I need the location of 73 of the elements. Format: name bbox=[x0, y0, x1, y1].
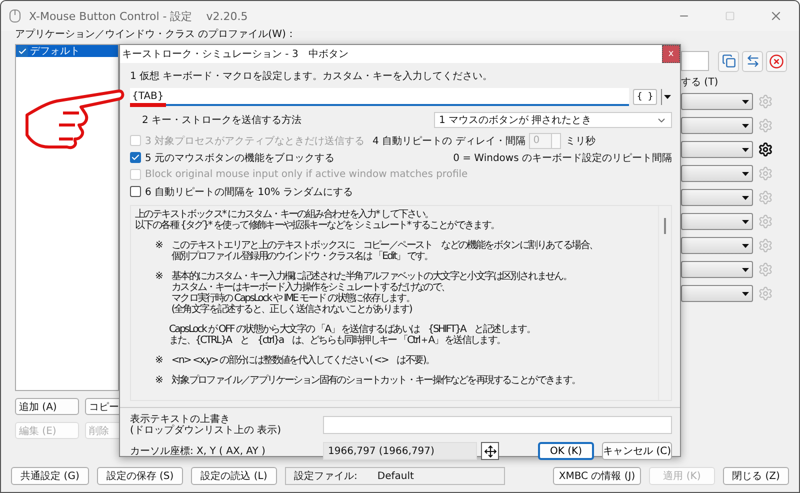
note-mark: ※ bbox=[155, 271, 164, 284]
unit-label: ミリ秒 bbox=[565, 134, 596, 148]
underline-mark bbox=[130, 103, 166, 107]
toolbar-button[interactable]: 閉じる (Z) bbox=[723, 467, 789, 485]
action-dropdown[interactable] bbox=[681, 117, 753, 134]
note-mark: ※ bbox=[155, 240, 164, 253]
profile-item[interactable]: デフォルト bbox=[16, 45, 118, 57]
checkbox[interactable] bbox=[130, 186, 141, 197]
cursor-label: カーソル座標: X, Y ( AX, AY ) bbox=[130, 444, 266, 458]
repeat-note: 0 = Windows のキーボード設定のリピート間隔 bbox=[453, 152, 672, 164]
dropdown-button[interactable] bbox=[661, 89, 672, 105]
toolbar-button[interactable]: 設定の読込 (L) bbox=[191, 467, 277, 485]
send-method-select[interactable]: 1 マウスのボタンが 押されたとき bbox=[434, 112, 672, 128]
settings-icon[interactable] bbox=[757, 141, 774, 158]
checkbox[interactable] bbox=[17, 46, 28, 56]
help-paragraph: このテキストエリアと上のテキストボックスに コピー／ペースト などの機能をボタンに割りあてる場合、 個別プロファイル登録用のウインドウ・クラス名は 「Edit」 です。 bbox=[171, 240, 598, 262]
toolbar-button[interactable]: 共通設定 (G) bbox=[11, 467, 89, 485]
action-dropdown[interactable] bbox=[681, 93, 753, 110]
repeat-delay-label: 4 自動リピートの ディレイ・間隔 bbox=[372, 134, 526, 148]
help-paragraph: CapsLock が OFF の状態から大文字の 「A」 を送信するばあいは {SHIFT}A と記述します。 また、{CTRL}A と {ctrl}a は、どちらも同時押しキー 「Ctrl＋A」 を送信します。 bbox=[169, 324, 536, 346]
caret-icon bbox=[742, 124, 749, 128]
app-icon bbox=[9, 9, 21, 23]
dialog-title: キーストローク・シミュレーション - 3 中ボタン bbox=[122, 48, 348, 61]
dialog-button[interactable]: OK (K) bbox=[538, 442, 594, 460]
version-label: v2.20.5 bbox=[206, 10, 248, 22]
option-label: Block original mouse input only if active window matches profile bbox=[145, 169, 468, 180]
delete-icon[interactable] bbox=[766, 50, 787, 72]
action-dropdown[interactable] bbox=[681, 141, 753, 158]
profile-button[interactable]: 追加 (A) bbox=[15, 398, 79, 415]
checkbox[interactable] bbox=[130, 152, 141, 163]
help-paragraph: <n> <x,y> の部分には整数値を代入してください ( <> は不要)。 bbox=[171, 355, 434, 366]
option-label: する (T) bbox=[681, 76, 720, 90]
action-dropdown[interactable] bbox=[681, 237, 753, 254]
action-dropdown[interactable] bbox=[681, 261, 753, 278]
toolbar-button[interactable]: 設定の保存 (S) bbox=[97, 467, 183, 485]
copy-icon[interactable] bbox=[718, 50, 739, 72]
caret-icon bbox=[742, 196, 749, 200]
caret-icon bbox=[742, 148, 749, 152]
action-dropdown[interactable] bbox=[681, 189, 753, 206]
action-dropdown[interactable] bbox=[681, 213, 753, 230]
crosshair-icon[interactable] bbox=[481, 442, 499, 460]
swap-icon[interactable] bbox=[742, 50, 763, 72]
settings-file-field: 設定ファイル: Default bbox=[285, 467, 505, 485]
caret-icon bbox=[742, 100, 749, 104]
override-field[interactable] bbox=[323, 416, 672, 434]
macro-label: 1 仮想 キーボード・マクロを設定します。カスタム・キーを入力してください。 bbox=[130, 70, 494, 83]
action-dropdown[interactable] bbox=[681, 165, 753, 182]
caret-icon bbox=[742, 244, 749, 248]
note-mark: ※ bbox=[155, 375, 164, 386]
cursor-field: 1966,797 (1966,797) bbox=[323, 442, 477, 460]
option-label: 5 元のマウスボタンの機能をブロックする bbox=[145, 152, 335, 164]
caret-icon bbox=[742, 172, 749, 176]
help-paragraph: 上のテキストボックス* にカスタム・キーの組み合わせを入力* して下さい。 以下の各種 {タグ}* を使って修飾キーや拡張キーなどを シミュレート* することができます。 bbox=[135, 209, 500, 231]
caret-icon bbox=[742, 220, 749, 224]
macro-field[interactable]: {TAB} bbox=[130, 88, 629, 106]
option-label: 3 対象プロセスがアクティブなときだけ送信する bbox=[145, 134, 365, 148]
profiles-label: アプリケーション／ウインドウ・クラス のプロファイル(W)： bbox=[15, 28, 296, 41]
send-method-label: 2 キー・ストロークを送信する方法 bbox=[142, 114, 302, 127]
note-mark: ※ bbox=[155, 355, 164, 366]
tag-button[interactable]: { } bbox=[633, 89, 657, 105]
dialog-button[interactable]: キャンセル (C) bbox=[602, 442, 672, 460]
close-icon[interactable] bbox=[769, 9, 783, 23]
caret-icon bbox=[742, 268, 749, 272]
toolbar-button[interactable]: XMBC の情報 (J) bbox=[553, 467, 641, 485]
window-title: X-Mouse Button Control - 設定 v2.20.5 bbox=[29, 8, 248, 24]
action-dropdown[interactable] bbox=[681, 285, 753, 302]
help-paragraph: 対象プロファイル／アプリケーション固有のショートカット・キー操作などを再現することができます。 bbox=[171, 375, 580, 386]
text-field[interactable] bbox=[681, 51, 709, 71]
caret-icon bbox=[664, 95, 670, 99]
option-label: 6 自動リピートの間隔を 10% ランダムにする bbox=[145, 186, 354, 198]
help-paragraph: 基本的にカスタム・キー入力欄に記述された半角アルファベットの大文字と小文字は区別されません。 カスタム・キーはキーボード入力操作をシミュレートするだけなので、 マクロ実行時の CapsLock や IME モード の状態に依存します。 (全角文字を記述すると、正しく送信されないことがあります) bbox=[171, 271, 572, 315]
caret-icon bbox=[742, 292, 749, 296]
close-button[interactable]: x bbox=[662, 45, 680, 63]
